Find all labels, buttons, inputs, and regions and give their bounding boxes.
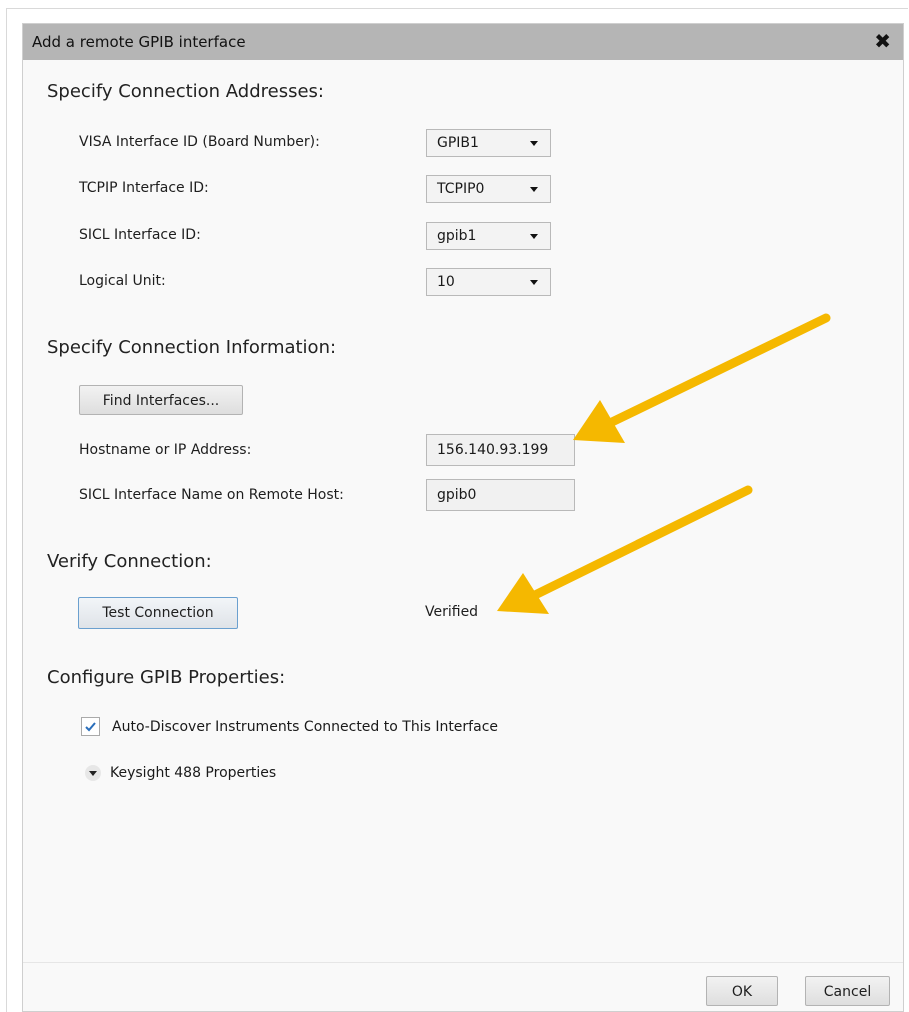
sicl-remote-name-label: SICL Interface Name on Remote Host:	[79, 487, 344, 503]
tcpip-interface-id-label: TCPIP Interface ID:	[79, 180, 209, 196]
visa-interface-id-select[interactable]: GPIB1	[426, 129, 551, 157]
dialog-title: Add a remote GPIB interface	[32, 33, 246, 51]
window-frame-top	[6, 8, 908, 9]
logical-unit-value: 10	[437, 274, 455, 290]
test-connection-button[interactable]: Test Connection	[78, 597, 238, 629]
hostname-field[interactable]: 156.140.93.199	[426, 434, 575, 466]
chevron-down-icon	[530, 234, 538, 239]
visa-interface-id-value: GPIB1	[437, 135, 479, 151]
visa-interface-id-label: VISA Interface ID (Board Number):	[79, 134, 320, 150]
footer-divider	[23, 962, 903, 963]
cancel-button[interactable]: Cancel	[805, 976, 890, 1006]
chevron-down-icon	[530, 187, 538, 192]
tcpip-interface-id-value: TCPIP0	[437, 181, 485, 197]
auto-discover-label: Auto-Discover Instruments Connected to T…	[112, 719, 498, 735]
chevron-down-icon	[530, 280, 538, 285]
sicl-interface-id-select[interactable]: gpib1	[426, 222, 551, 250]
checkmark-icon	[85, 722, 96, 732]
sicl-interface-id-label: SICL Interface ID:	[79, 227, 201, 243]
dialog-titlebar: Add a remote GPIB interface ✖	[23, 24, 903, 60]
auto-discover-checkbox[interactable]	[81, 717, 100, 736]
logical-unit-select[interactable]: 10	[426, 268, 551, 296]
hostname-label: Hostname or IP Address:	[79, 442, 252, 458]
tcpip-interface-id-select[interactable]: TCPIP0	[426, 175, 551, 203]
keysight-488-properties-expander[interactable]: Keysight 488 Properties	[110, 765, 276, 781]
close-icon[interactable]: ✖	[874, 30, 891, 52]
expander-toggle[interactable]	[85, 765, 101, 781]
sicl-remote-name-field[interactable]: gpib0	[426, 479, 575, 511]
info-heading: Specify Connection Information:	[47, 337, 337, 358]
connection-status: Verified	[425, 604, 479, 620]
logical-unit-label: Logical Unit:	[79, 273, 166, 289]
window-frame-left	[6, 8, 7, 1012]
hostname-value: 156.140.93.199	[437, 442, 549, 458]
gpib-heading: Configure GPIB Properties:	[47, 667, 286, 688]
add-remote-gpib-dialog: Add a remote GPIB interface ✖ Specify Co…	[22, 23, 904, 1012]
ok-button[interactable]: OK	[706, 976, 778, 1006]
sicl-interface-id-value: gpib1	[437, 228, 477, 244]
find-interfaces-button[interactable]: Find Interfaces...	[79, 385, 243, 415]
addresses-heading: Specify Connection Addresses:	[47, 81, 324, 102]
sicl-remote-name-value: gpib0	[437, 487, 477, 503]
triangle-down-icon	[89, 771, 97, 776]
chevron-down-icon	[530, 141, 538, 146]
verify-heading: Verify Connection:	[47, 551, 212, 572]
